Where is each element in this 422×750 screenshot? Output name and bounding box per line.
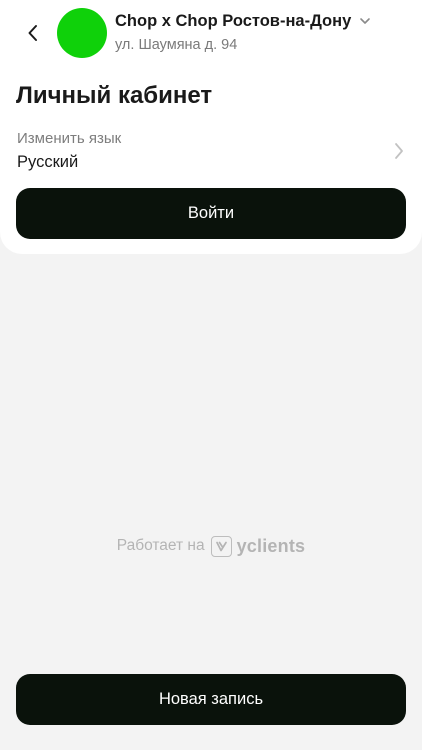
back-button[interactable] [20,20,46,46]
change-language-row[interactable]: Изменить язык Русский [0,124,422,178]
language-label: Изменить язык [17,130,122,147]
new-booking-button[interactable]: Новая запись [16,674,406,725]
page-title: Личный кабинет [16,82,213,109]
chevron-right-icon [395,143,403,159]
company-avatar[interactable] [57,8,107,58]
yclients-brand[interactable]: yclients [237,536,306,557]
header: Chop x Chop Ростов-на-Дону ул. Шаумяна д… [0,0,422,66]
chevron-down-icon[interactable] [358,15,372,27]
powered-by: Работает на yclients [0,534,422,558]
company-name[interactable]: Chop x Chop Ростов-на-Дону [115,12,351,31]
company-address: ул. Шаумяна д. 94 [115,37,238,53]
login-button[interactable]: Войти [16,188,406,239]
chevron-left-icon [28,25,37,41]
yclients-logo-icon [210,535,232,557]
profile-card: Chop x Chop Ростов-на-Дону ул. Шаумяна д… [0,0,422,254]
powered-by-text: Работает на [116,537,205,554]
language-value: Русский [17,153,79,171]
